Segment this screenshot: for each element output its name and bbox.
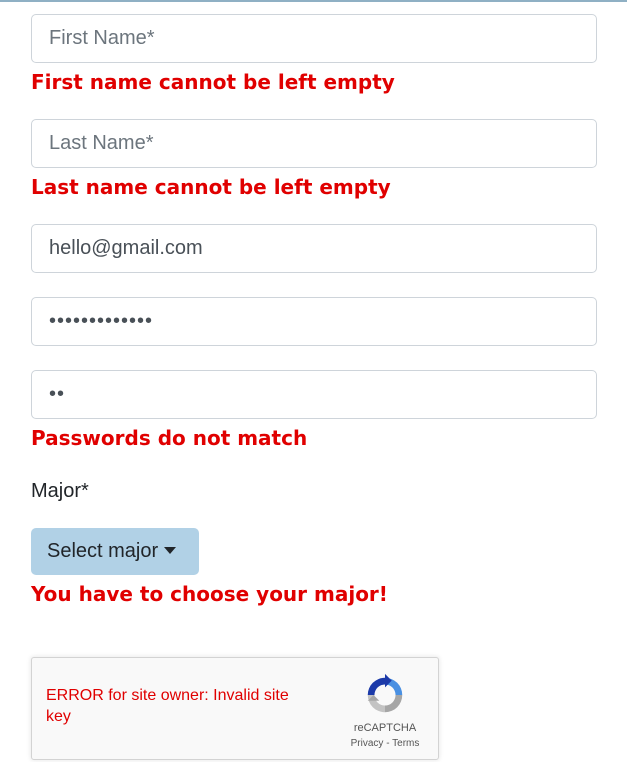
password-value: ••••••••••••• (49, 310, 154, 332)
last-name-placeholder: Last Name* (49, 132, 154, 154)
password-input[interactable]: ••••••••••••• (31, 297, 597, 346)
confirm-password-input[interactable]: •• (31, 370, 597, 419)
recaptcha-privacy-link[interactable]: Privacy (351, 738, 384, 749)
last-name-error: Last name cannot be left empty (31, 175, 391, 199)
first-name-input[interactable]: First Name* (31, 14, 597, 63)
first-name-error: First name cannot be left empty (31, 70, 395, 94)
recaptcha-brand: reCAPTCHA (353, 722, 417, 734)
signup-form: First Name* First name cannot be left em… (0, 0, 627, 762)
password-mismatch-error: Passwords do not match (31, 426, 308, 450)
last-name-input[interactable]: Last Name* (31, 119, 597, 168)
first-name-placeholder: First Name* (49, 27, 155, 49)
email-input[interactable]: hello@gmail.com (31, 224, 597, 273)
major-label: Major* (31, 480, 89, 502)
recaptcha-widget[interactable]: ERROR for site owner: Invalid site key r… (31, 657, 439, 760)
caret-down-icon (164, 547, 177, 554)
top-border (0, 0, 627, 2)
select-major-dropdown[interactable]: Select major (31, 528, 199, 575)
recaptcha-links-separator: - (386, 738, 390, 749)
confirm-password-value: •• (49, 383, 66, 405)
email-value: hello@gmail.com (49, 237, 203, 259)
recaptcha-terms-link[interactable]: Terms (392, 738, 419, 749)
recaptcha-logo-icon (367, 673, 403, 713)
select-major-label: Select major (47, 540, 159, 562)
recaptcha-error: ERROR for site owner: Invalid site key (46, 687, 289, 725)
recaptcha-links: Privacy - Terms (332, 738, 438, 749)
major-error: You have to choose your major! (31, 582, 388, 606)
